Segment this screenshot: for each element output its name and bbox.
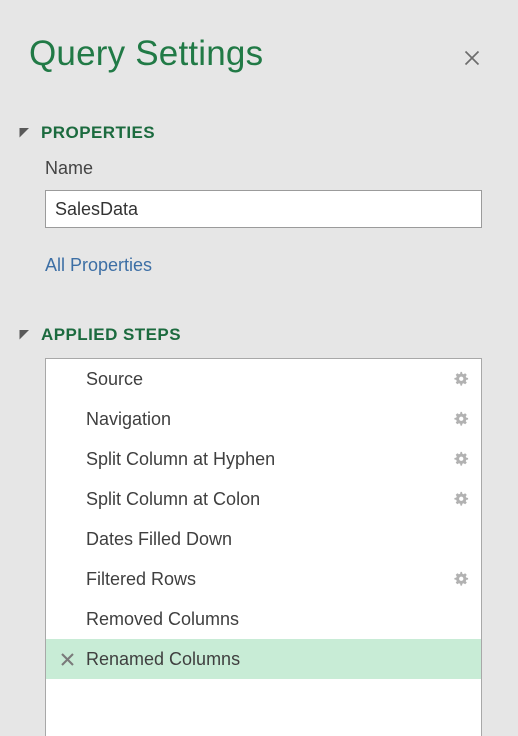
- gear-icon[interactable]: [452, 571, 469, 588]
- applied-step-label: Renamed Columns: [86, 648, 241, 669]
- gear-icon[interactable]: [452, 451, 469, 468]
- delete-step-icon[interactable]: [59, 651, 76, 668]
- name-field-label: Name: [45, 158, 94, 178]
- close-icon[interactable]: [456, 42, 488, 74]
- applied-step-row[interactable]: Filtered Rows: [46, 559, 481, 599]
- applied-step-row[interactable]: Removed Columns: [46, 599, 481, 639]
- applied-step-label: Removed Columns: [86, 608, 240, 629]
- triangle-expanded-icon: [17, 327, 33, 343]
- applied-step-row[interactable]: Split Column at Colon: [46, 479, 481, 519]
- panel-header: Query Settings: [0, 0, 518, 100]
- properties-section-header[interactable]: PROPERTIES: [0, 121, 155, 145]
- applied-steps-section-label: APPLIED STEPS: [41, 325, 181, 344]
- applied-step-row[interactable]: Source: [46, 359, 481, 399]
- page-title: Query Settings: [29, 34, 264, 73]
- applied-step-row[interactable]: Split Column at Hyphen: [46, 439, 481, 479]
- applied-step-label: Source: [86, 368, 144, 389]
- applied-steps-list: Source Navigation Split Column at Hyphen Sp…: [45, 358, 482, 736]
- applied-step-label: Dates Filled Down: [86, 528, 233, 549]
- gear-icon[interactable]: [452, 411, 469, 428]
- gear-icon[interactable]: [452, 491, 469, 508]
- applied-step-label: Split Column at Colon: [86, 488, 261, 509]
- triangle-expanded-icon: [17, 125, 33, 141]
- applied-step-row[interactable]: Navigation: [46, 399, 481, 439]
- applied-step-label: Navigation: [86, 408, 172, 429]
- gear-icon[interactable]: [452, 371, 469, 388]
- properties-section-label: PROPERTIES: [41, 123, 156, 142]
- all-properties-link[interactable]: All Properties: [45, 255, 152, 276]
- applied-step-label: Split Column at Hyphen: [86, 448, 276, 469]
- applied-step-row[interactable]: Dates Filled Down: [46, 519, 481, 559]
- query-name-input[interactable]: [45, 190, 482, 228]
- applied-step-row[interactable]: Renamed Columns: [46, 639, 481, 679]
- query-settings-panel: Query Settings PROPERTIES Name All Prope…: [0, 0, 518, 736]
- applied-step-label: Filtered Rows: [86, 568, 197, 589]
- applied-steps-section-header[interactable]: APPLIED STEPS: [0, 323, 181, 347]
